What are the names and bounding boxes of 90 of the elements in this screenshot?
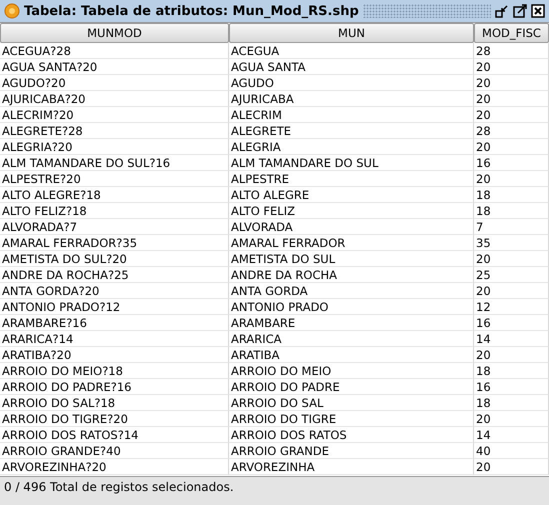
table-cell: 20 <box>474 91 549 107</box>
table-cell: ARROIO DO PADRE?16 <box>0 379 229 395</box>
table-cell: ANTONIO PRADO <box>229 299 474 315</box>
column-header[interactable]: MOD_FISC <box>474 23 549 43</box>
table-cell: 20 <box>474 59 549 75</box>
table-cell: ALVORADA <box>229 219 474 235</box>
table-cell: ALEGRETE <box>229 123 474 139</box>
table-cell: ARARICA?14 <box>0 331 229 347</box>
table-cell: 18 <box>474 187 549 203</box>
table-cell: ALTO FELIZ <box>229 203 474 219</box>
table-cell: ALEGRETE?28 <box>0 123 229 139</box>
table-cell: 25 <box>474 267 549 283</box>
table-cell: ALTO ALEGRE?18 <box>0 187 229 203</box>
table-cell: ALPESTRE?20 <box>0 171 229 187</box>
table-cell: ARAMBARE <box>229 315 474 331</box>
table-cell: 35 <box>474 235 549 251</box>
table-cell: 16 <box>474 315 549 331</box>
table-cell: ARROIO DO TIGRE <box>229 411 474 427</box>
table-cell: AGUA SANTA?20 <box>0 59 229 75</box>
table-cell: AJURICABA <box>229 91 474 107</box>
table-cell: 18 <box>474 363 549 379</box>
table-cell: ACEGUA?28 <box>0 43 229 59</box>
table-cell: 20 <box>474 411 549 427</box>
column-header[interactable]: MUN <box>229 23 474 43</box>
table-cell: AGUDO?20 <box>0 75 229 91</box>
table-cell: 20 <box>474 171 549 187</box>
table-cell: AMETISTA DO SUL <box>229 251 474 267</box>
table-cell: 7 <box>474 219 549 235</box>
table-cell: 28 <box>474 43 549 59</box>
table-cell: ANDRE DA ROCHA?25 <box>0 267 229 283</box>
close-icon[interactable] <box>531 4 545 18</box>
table-cell: 18 <box>474 395 549 411</box>
table-cell: ARROIO DOS RATOS?14 <box>0 427 229 443</box>
table-cell: ARROIO DO SAL?18 <box>0 395 229 411</box>
minimize-icon[interactable] <box>495 4 509 18</box>
table-cell: 16 <box>474 155 549 171</box>
table-cell: ARROIO DO SAL <box>229 395 474 411</box>
table-cell: ARATIBA?20 <box>0 347 229 363</box>
window-title: Tabela: Tabela de atributos: Mun_Mod_RS.shp <box>24 4 359 18</box>
table-cell: ARVOREZINHA?20 <box>0 459 229 475</box>
table-cell: AJURICABA?20 <box>0 91 229 107</box>
table-cell: ARROIO DO MEIO <box>229 363 474 379</box>
table-cell: 20 <box>474 283 549 299</box>
table-cell: ALTO ALEGRE <box>229 187 474 203</box>
table-cell: ACEGUA <box>229 43 474 59</box>
table-cell: 20 <box>474 251 549 267</box>
table-cell: ANTONIO PRADO?12 <box>0 299 229 315</box>
column-header[interactable]: MUNMOD <box>0 23 229 43</box>
table-cell: 40 <box>474 443 549 459</box>
table-cell: 20 <box>474 459 549 475</box>
table-cell: ARROIO DO PADRE <box>229 379 474 395</box>
table-cell: 20 <box>474 139 549 155</box>
maximize-icon[interactable] <box>513 4 527 18</box>
table-cell: ANDRE DA ROCHA <box>229 267 474 283</box>
table-cell: 16 <box>474 379 549 395</box>
table-cell: 12 <box>474 299 549 315</box>
table-cell: ALEGRIA?20 <box>0 139 229 155</box>
table-cell: ALPESTRE <box>229 171 474 187</box>
status-bar: 0 / 496 Total de registos selecionados. <box>0 476 549 499</box>
table-cell: ALM TAMANDARE DO SUL <box>229 155 474 171</box>
table-cell: AMETISTA DO SUL?20 <box>0 251 229 267</box>
table-cell: AGUA SANTA <box>229 59 474 75</box>
table-cell: 14 <box>474 427 549 443</box>
table-cell: ARVOREZINHA <box>229 459 474 475</box>
table-cell: 18 <box>474 203 549 219</box>
table-cell: ARROIO GRANDE <box>229 443 474 459</box>
table-cell: 28 <box>474 123 549 139</box>
table-cell: AMARAL FERRADOR <box>229 235 474 251</box>
table-cell: ARROIO DOS RATOS <box>229 427 474 443</box>
table-cell: AMARAL FERRADOR?35 <box>0 235 229 251</box>
table-cell: ARARICA <box>229 331 474 347</box>
table-cell: 20 <box>474 107 549 123</box>
table-cell: ARROIO DO TIGRE?20 <box>0 411 229 427</box>
table-cell: 20 <box>474 75 549 91</box>
table-cell: ARAMBARE?16 <box>0 315 229 331</box>
table-cell: ARROIO GRANDE?40 <box>0 443 229 459</box>
table-cell: ALECRIM?20 <box>0 107 229 123</box>
table-cell: ALM TAMANDARE DO SUL?16 <box>0 155 229 171</box>
table-cell: 14 <box>474 331 549 347</box>
drag-grip[interactable] <box>362 4 491 18</box>
table-cell: AGUDO <box>229 75 474 91</box>
table-cell: ARATIBA <box>229 347 474 363</box>
table-cell: ANTA GORDA?20 <box>0 283 229 299</box>
table-cell: ANTA GORDA <box>229 283 474 299</box>
table-cell: ARROIO DO MEIO?18 <box>0 363 229 379</box>
table-cell: ALVORADA?7 <box>0 219 229 235</box>
table-cell: 20 <box>474 347 549 363</box>
table-cell: ALEGRIA <box>229 139 474 155</box>
table-cell: ALECRIM <box>229 107 474 123</box>
table-cell: ALTO FELIZ?18 <box>0 203 229 219</box>
